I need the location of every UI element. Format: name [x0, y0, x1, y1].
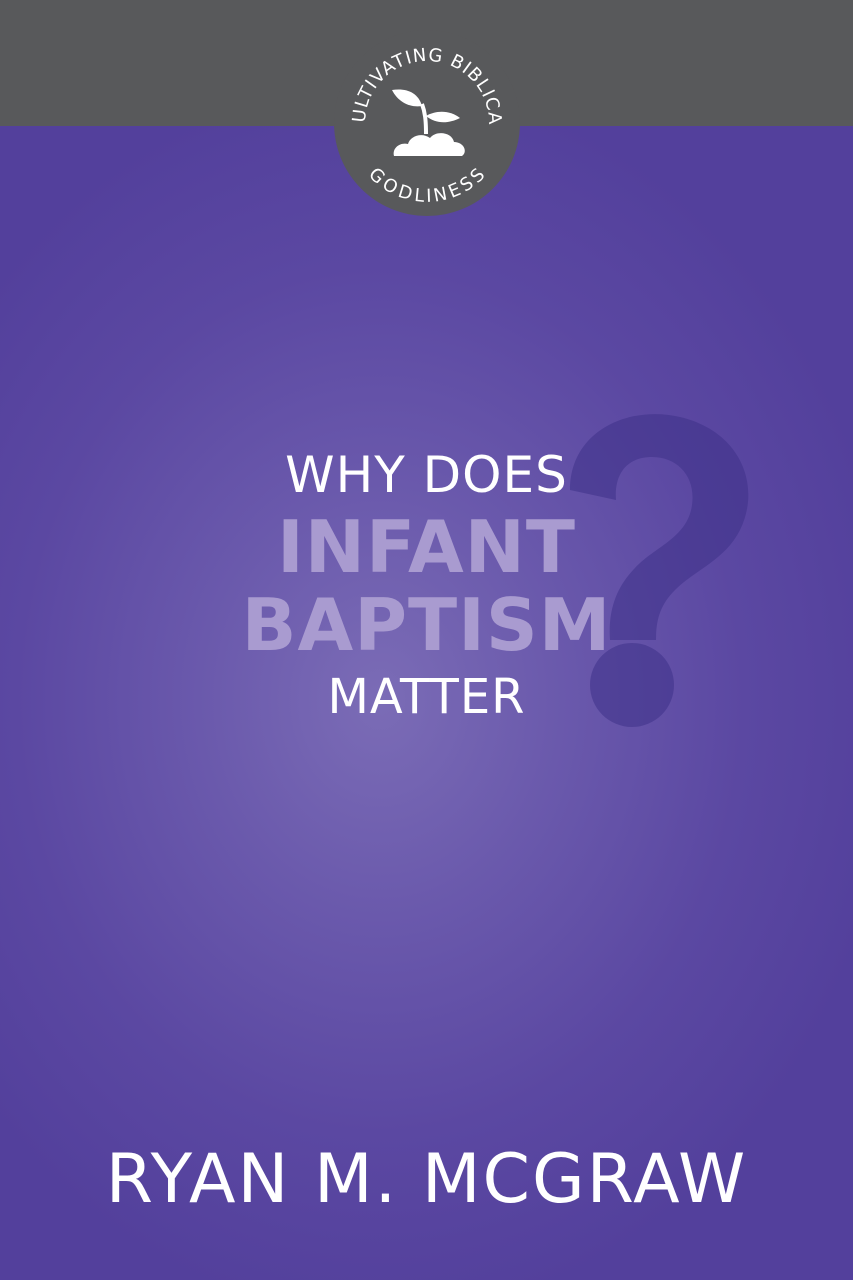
series-logo-badge: CULTIVATING BIBLICAL GODLINESS	[334, 30, 520, 216]
title-line-why-does: WHY DOES	[285, 446, 568, 504]
book-cover: CULTIVATING BIBLICAL GODLINESS WHY DOES …	[0, 0, 853, 1280]
author-name: RYAN M. MCGRAW	[105, 1140, 748, 1219]
title-line-matter: MATTER	[327, 669, 526, 725]
title-line-baptism: BAPTISM	[241, 583, 612, 667]
title-line-infant: INFANT	[276, 505, 577, 589]
